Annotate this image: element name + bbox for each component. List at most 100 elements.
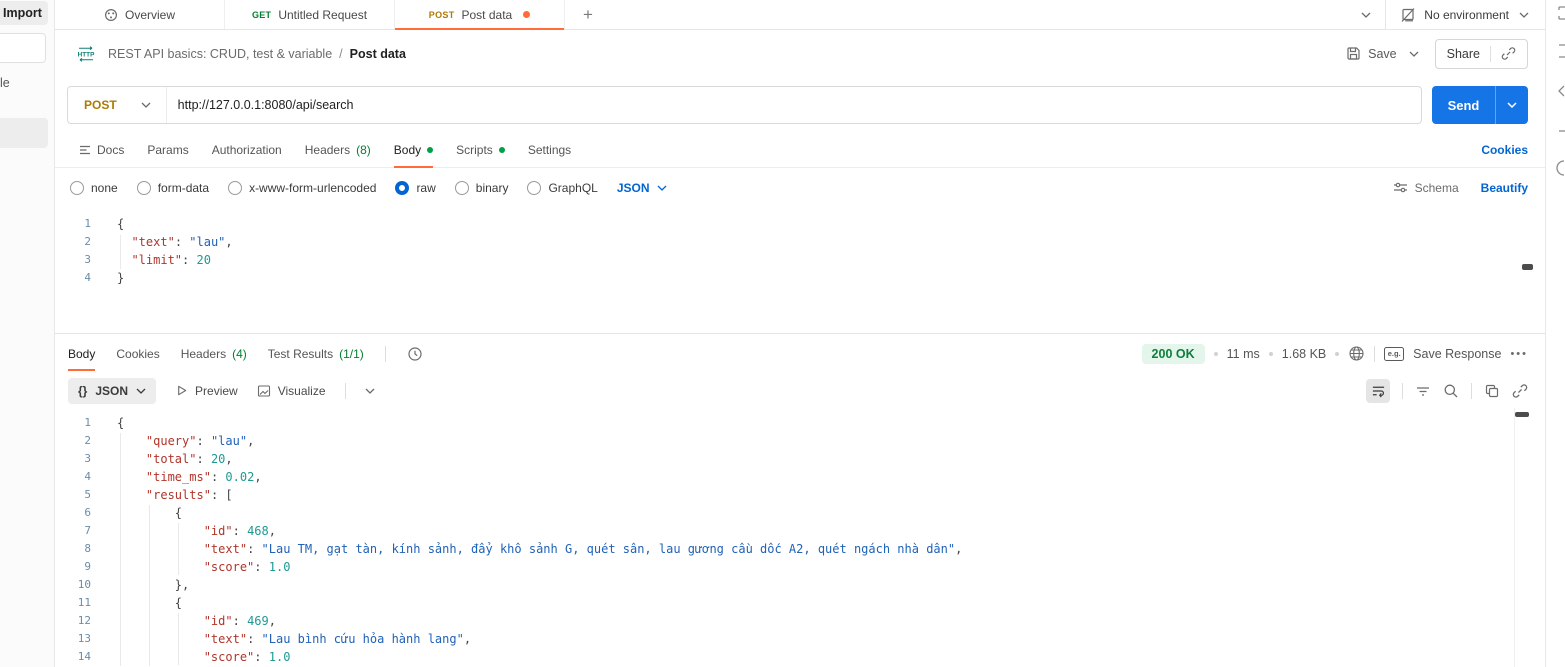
mode-form-data[interactable]: form-data: [137, 181, 209, 195]
breadcrumb-current: Post data: [350, 47, 406, 61]
save-response-button[interactable]: Save Response: [1413, 347, 1501, 361]
sidebar-selected-row[interactable]: [0, 118, 48, 148]
code-text: "query": "lau",: [101, 432, 254, 450]
tab-label: Scripts: [456, 143, 493, 157]
response-history-icon[interactable]: [407, 346, 423, 362]
tab-test-results[interactable]: Test Results (1/1): [268, 336, 364, 371]
line-number: 3: [55, 450, 101, 468]
mode-none[interactable]: none: [70, 181, 118, 195]
filter-icon[interactable]: [1415, 384, 1431, 398]
method-selector[interactable]: POST: [68, 87, 166, 123]
new-tab-button[interactable]: +: [573, 0, 603, 29]
response-more-options-icon[interactable]: •••: [1510, 348, 1528, 360]
code-line[interactable]: 14 "score": 1.0: [55, 648, 1545, 666]
breadcrumb-collection[interactable]: REST API basics: CRUD, test & variable: [108, 47, 332, 61]
tab-overview[interactable]: Overview: [55, 0, 225, 29]
url-input[interactable]: http://127.0.0.1:8080/api/search: [167, 98, 354, 112]
response-time[interactable]: 11 ms: [1227, 347, 1260, 361]
code-line[interactable]: 10 },: [55, 576, 1545, 594]
rail-partial-icon[interactable]: [1555, 44, 1565, 58]
mode-raw[interactable]: raw: [395, 181, 435, 195]
send-button[interactable]: Send: [1432, 86, 1528, 124]
response-editor-scrollbar[interactable]: [1515, 412, 1529, 417]
tab-headers[interactable]: Headers (8): [305, 133, 371, 168]
response-body-editor[interactable]: 1{2 "query": "lau",3 "total": 20,4 "time…: [55, 408, 1545, 667]
code-line[interactable]: 4 "time_ms": 0.02,: [55, 468, 1545, 486]
save-button[interactable]: Save: [1346, 46, 1397, 61]
radio-icon[interactable]: [137, 181, 151, 195]
tab-options-chevron-icon[interactable]: [1361, 12, 1371, 18]
request-body-editor[interactable]: 1{2 "text": "lau",3 "limit": 204}: [55, 207, 1545, 334]
tab-authorization[interactable]: Authorization: [212, 133, 282, 168]
code-line[interactable]: 8 "text": "Lau TM, gạt tàn, kính sảnh, đ…: [55, 540, 1545, 558]
radio-icon[interactable]: [455, 181, 469, 195]
code-line[interactable]: 6 {: [55, 504, 1545, 522]
left-sidebar: Import le: [0, 0, 55, 667]
tab-response-cookies[interactable]: Cookies: [116, 336, 159, 371]
rail-partial-icon[interactable]: [1555, 6, 1565, 20]
divider: [1385, 0, 1386, 30]
rail-partial-icon[interactable]: [1555, 160, 1565, 176]
mode-graphql[interactable]: GraphQL: [527, 181, 597, 195]
radio-icon[interactable]: [228, 181, 242, 195]
code-line[interactable]: 13 "text": "Lau bình cứu hỏa hành lang",: [55, 630, 1545, 648]
share-button[interactable]: Share: [1435, 39, 1528, 69]
mode-binary[interactable]: binary: [455, 181, 509, 195]
radio-icon[interactable]: [70, 181, 84, 195]
search-icon[interactable]: [1443, 383, 1459, 399]
status-badge[interactable]: 200 OK: [1142, 344, 1205, 364]
code-line[interactable]: 3 "total": 20,: [55, 450, 1545, 468]
code-line[interactable]: 2 "query": "lau",: [55, 432, 1545, 450]
viewer-options-chevron-icon[interactable]: [365, 388, 375, 394]
beautify-link[interactable]: Beautify: [1481, 181, 1528, 195]
save-options-chevron-icon[interactable]: [1409, 51, 1419, 57]
response-format-selector[interactable]: {} JSON: [68, 378, 156, 404]
cookies-link[interactable]: Cookies: [1481, 143, 1528, 157]
visualize-button[interactable]: Visualize: [257, 384, 326, 398]
tab-settings[interactable]: Settings: [528, 133, 571, 168]
code-line[interactable]: 1{: [55, 414, 1545, 432]
tab-scripts[interactable]: Scripts: [456, 133, 505, 168]
headers-count: (8): [356, 143, 371, 157]
mode-x-www-form-urlencoded[interactable]: x-www-form-urlencoded: [228, 181, 376, 195]
mode-label: binary: [476, 181, 509, 195]
tab-untitled-request[interactable]: GET Untitled Request: [225, 0, 395, 29]
tab-post-data[interactable]: POST Post data: [395, 0, 565, 29]
wrap-text-button[interactable]: [1366, 379, 1390, 403]
sidebar-search-input[interactable]: [0, 33, 46, 63]
code-text: "text": "Lau bình cứu hỏa hành lang",: [101, 630, 471, 648]
environment-selector[interactable]: No environment: [1424, 8, 1509, 22]
code-line[interactable]: 4}: [55, 269, 1545, 287]
rail-partial-icon[interactable]: [1555, 124, 1565, 138]
link-icon[interactable]: [1512, 383, 1528, 399]
tab-docs[interactable]: Docs: [79, 133, 124, 168]
sidebar-item-truncated[interactable]: le: [0, 76, 10, 90]
request-editor-scrollbar[interactable]: [1522, 264, 1533, 270]
code-line[interactable]: 5 "results": [: [55, 486, 1545, 504]
radio-checked-icon[interactable]: [395, 181, 409, 195]
code-text: "limit": 20: [101, 251, 211, 269]
code-line[interactable]: 2 "text": "lau",: [55, 233, 1545, 251]
import-button[interactable]: Import: [0, 1, 48, 25]
network-globe-icon[interactable]: [1348, 345, 1365, 362]
tab-response-body[interactable]: Body: [68, 336, 95, 371]
code-line[interactable]: 11 {: [55, 594, 1545, 612]
code-line[interactable]: 12 "id": 469,: [55, 612, 1545, 630]
tab-params[interactable]: Params: [147, 133, 188, 168]
environment-chevron-icon[interactable]: [1519, 12, 1529, 18]
raw-language-selector[interactable]: JSON: [617, 181, 667, 195]
copy-link-icon[interactable]: [1501, 46, 1516, 61]
tab-response-headers[interactable]: Headers (4): [181, 336, 247, 371]
response-size[interactable]: 1.68 KB: [1282, 347, 1326, 361]
tab-body[interactable]: Body: [394, 133, 433, 168]
schema-button[interactable]: Schema: [1393, 181, 1459, 195]
preview-button[interactable]: Preview: [175, 384, 238, 398]
radio-icon[interactable]: [527, 181, 541, 195]
rail-partial-icon[interactable]: [1555, 84, 1565, 98]
code-line[interactable]: 3 "limit": 20: [55, 251, 1545, 269]
send-options-chevron-icon[interactable]: [1496, 86, 1528, 124]
copy-icon[interactable]: [1484, 383, 1500, 399]
code-line[interactable]: 9 "score": 1.0: [55, 558, 1545, 576]
code-line[interactable]: 1{: [55, 215, 1545, 233]
code-line[interactable]: 7 "id": 468,: [55, 522, 1545, 540]
